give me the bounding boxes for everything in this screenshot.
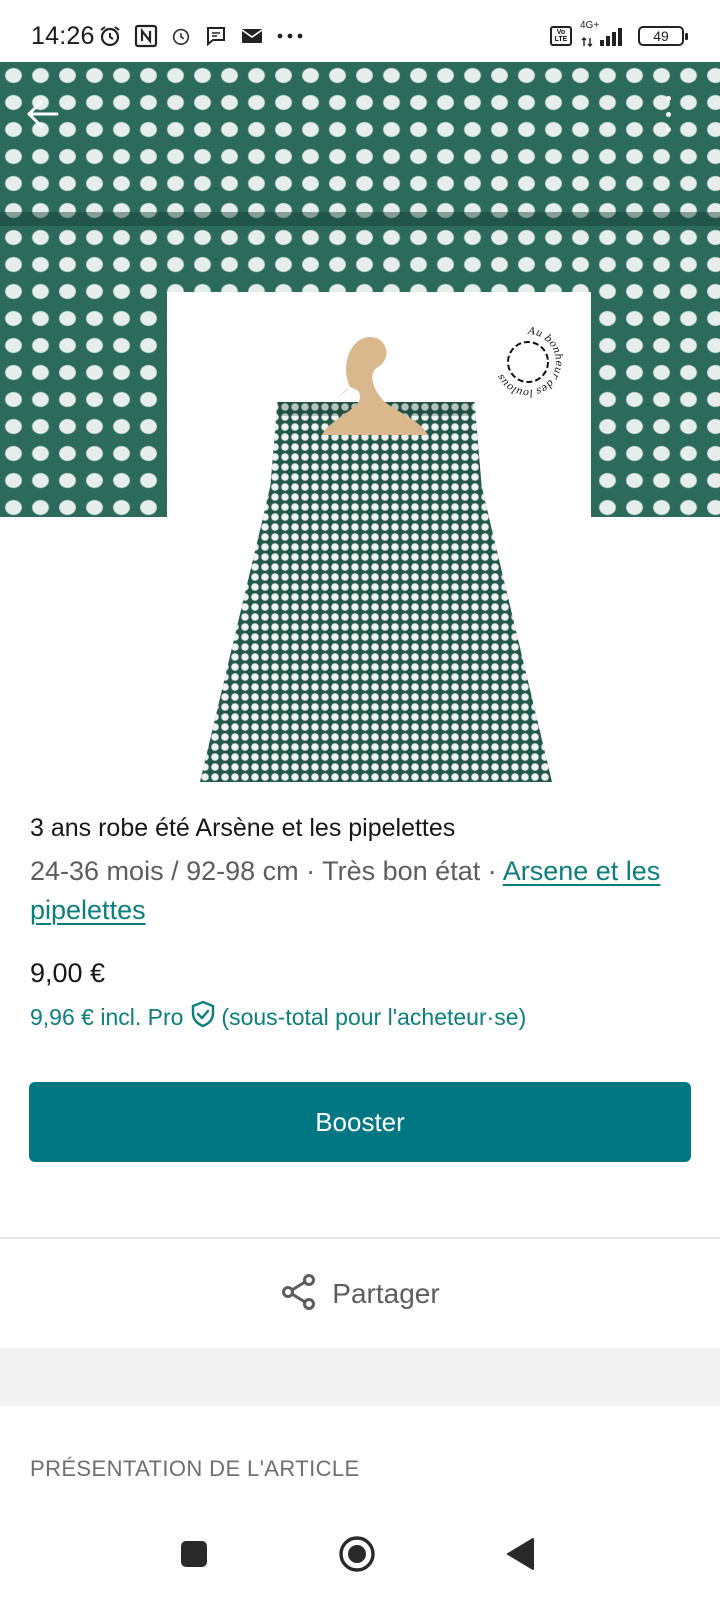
status-system-icons: Vo LTE 4G+ 49: [550, 20, 688, 48]
product-photo[interactable]: Au bonheur des loulous: [0, 62, 720, 782]
dot-icon: [665, 96, 671, 101]
share-icon: [280, 1273, 318, 1316]
section-separator: [0, 1348, 720, 1406]
more-icon: [276, 31, 304, 41]
alarm-icon: [170, 25, 192, 47]
shield-check-icon: [189, 1000, 217, 1034]
status-time: 14:26: [31, 22, 95, 50]
section-title: PRÉSENTATION DE L'ARTICLE: [30, 1456, 360, 1481]
back-nav-button[interactable]: [495, 1528, 547, 1580]
arrow-left-icon: [27, 100, 59, 128]
system-navigation-bar: [0, 1508, 720, 1600]
dress-seam-shadow: [0, 212, 720, 226]
share-label: Partager: [332, 1278, 440, 1309]
shop-logo-stamp: Au bonheur des loulous: [488, 322, 568, 402]
dot-icon: [665, 111, 671, 117]
item-price: 9,00 €: [30, 958, 106, 988]
nfc-icon: [134, 24, 158, 48]
triangle-back-icon: [507, 1538, 534, 1570]
booster-button[interactable]: Booster: [29, 1082, 691, 1162]
price-note: (sous-total pour l'acheteur·se): [221, 1003, 527, 1030]
back-button[interactable]: [22, 94, 62, 134]
divider: [0, 1237, 720, 1239]
status-bar: 14:26 Vo LTE 4G+ 49: [0, 0, 720, 62]
dot-icon: [665, 127, 671, 132]
shop-logo-text: Au bonheur des loulous: [495, 326, 564, 398]
price-with-protection: 9,96 € incl. Pro: [30, 1003, 184, 1030]
item-details: 24-36 mois / 92-98 cm · Très bon état · …: [30, 852, 690, 930]
status-notification-icons: [98, 24, 304, 48]
circle-home-icon: [339, 1536, 375, 1572]
share-button[interactable]: Partager: [0, 1242, 720, 1346]
item-size-condition: 24-36 mois / 92-98 cm · Très bon état ·: [30, 856, 503, 886]
more-options-button[interactable]: [656, 92, 680, 136]
battery-icon: 49: [638, 26, 688, 46]
buyer-protection-price[interactable]: 9,96 € incl. Pro (sous-total pour l'ache…: [30, 1000, 526, 1034]
chat-icon: [204, 24, 228, 48]
home-button[interactable]: [331, 1528, 383, 1580]
recents-button[interactable]: [168, 1528, 220, 1580]
item-title: 3 ans robe été Arsène et les pipelettes: [30, 814, 456, 842]
signal-icon: 4G+: [580, 20, 630, 48]
svg-text:Au bonheur des loulous: Au bonheur des loulous: [495, 326, 564, 398]
volte-icon: Vo LTE: [550, 26, 572, 46]
square-icon: [181, 1541, 207, 1567]
mail-icon: [240, 26, 264, 46]
swan-hanger-icon: [320, 327, 430, 442]
alarm-icon: [98, 24, 122, 48]
